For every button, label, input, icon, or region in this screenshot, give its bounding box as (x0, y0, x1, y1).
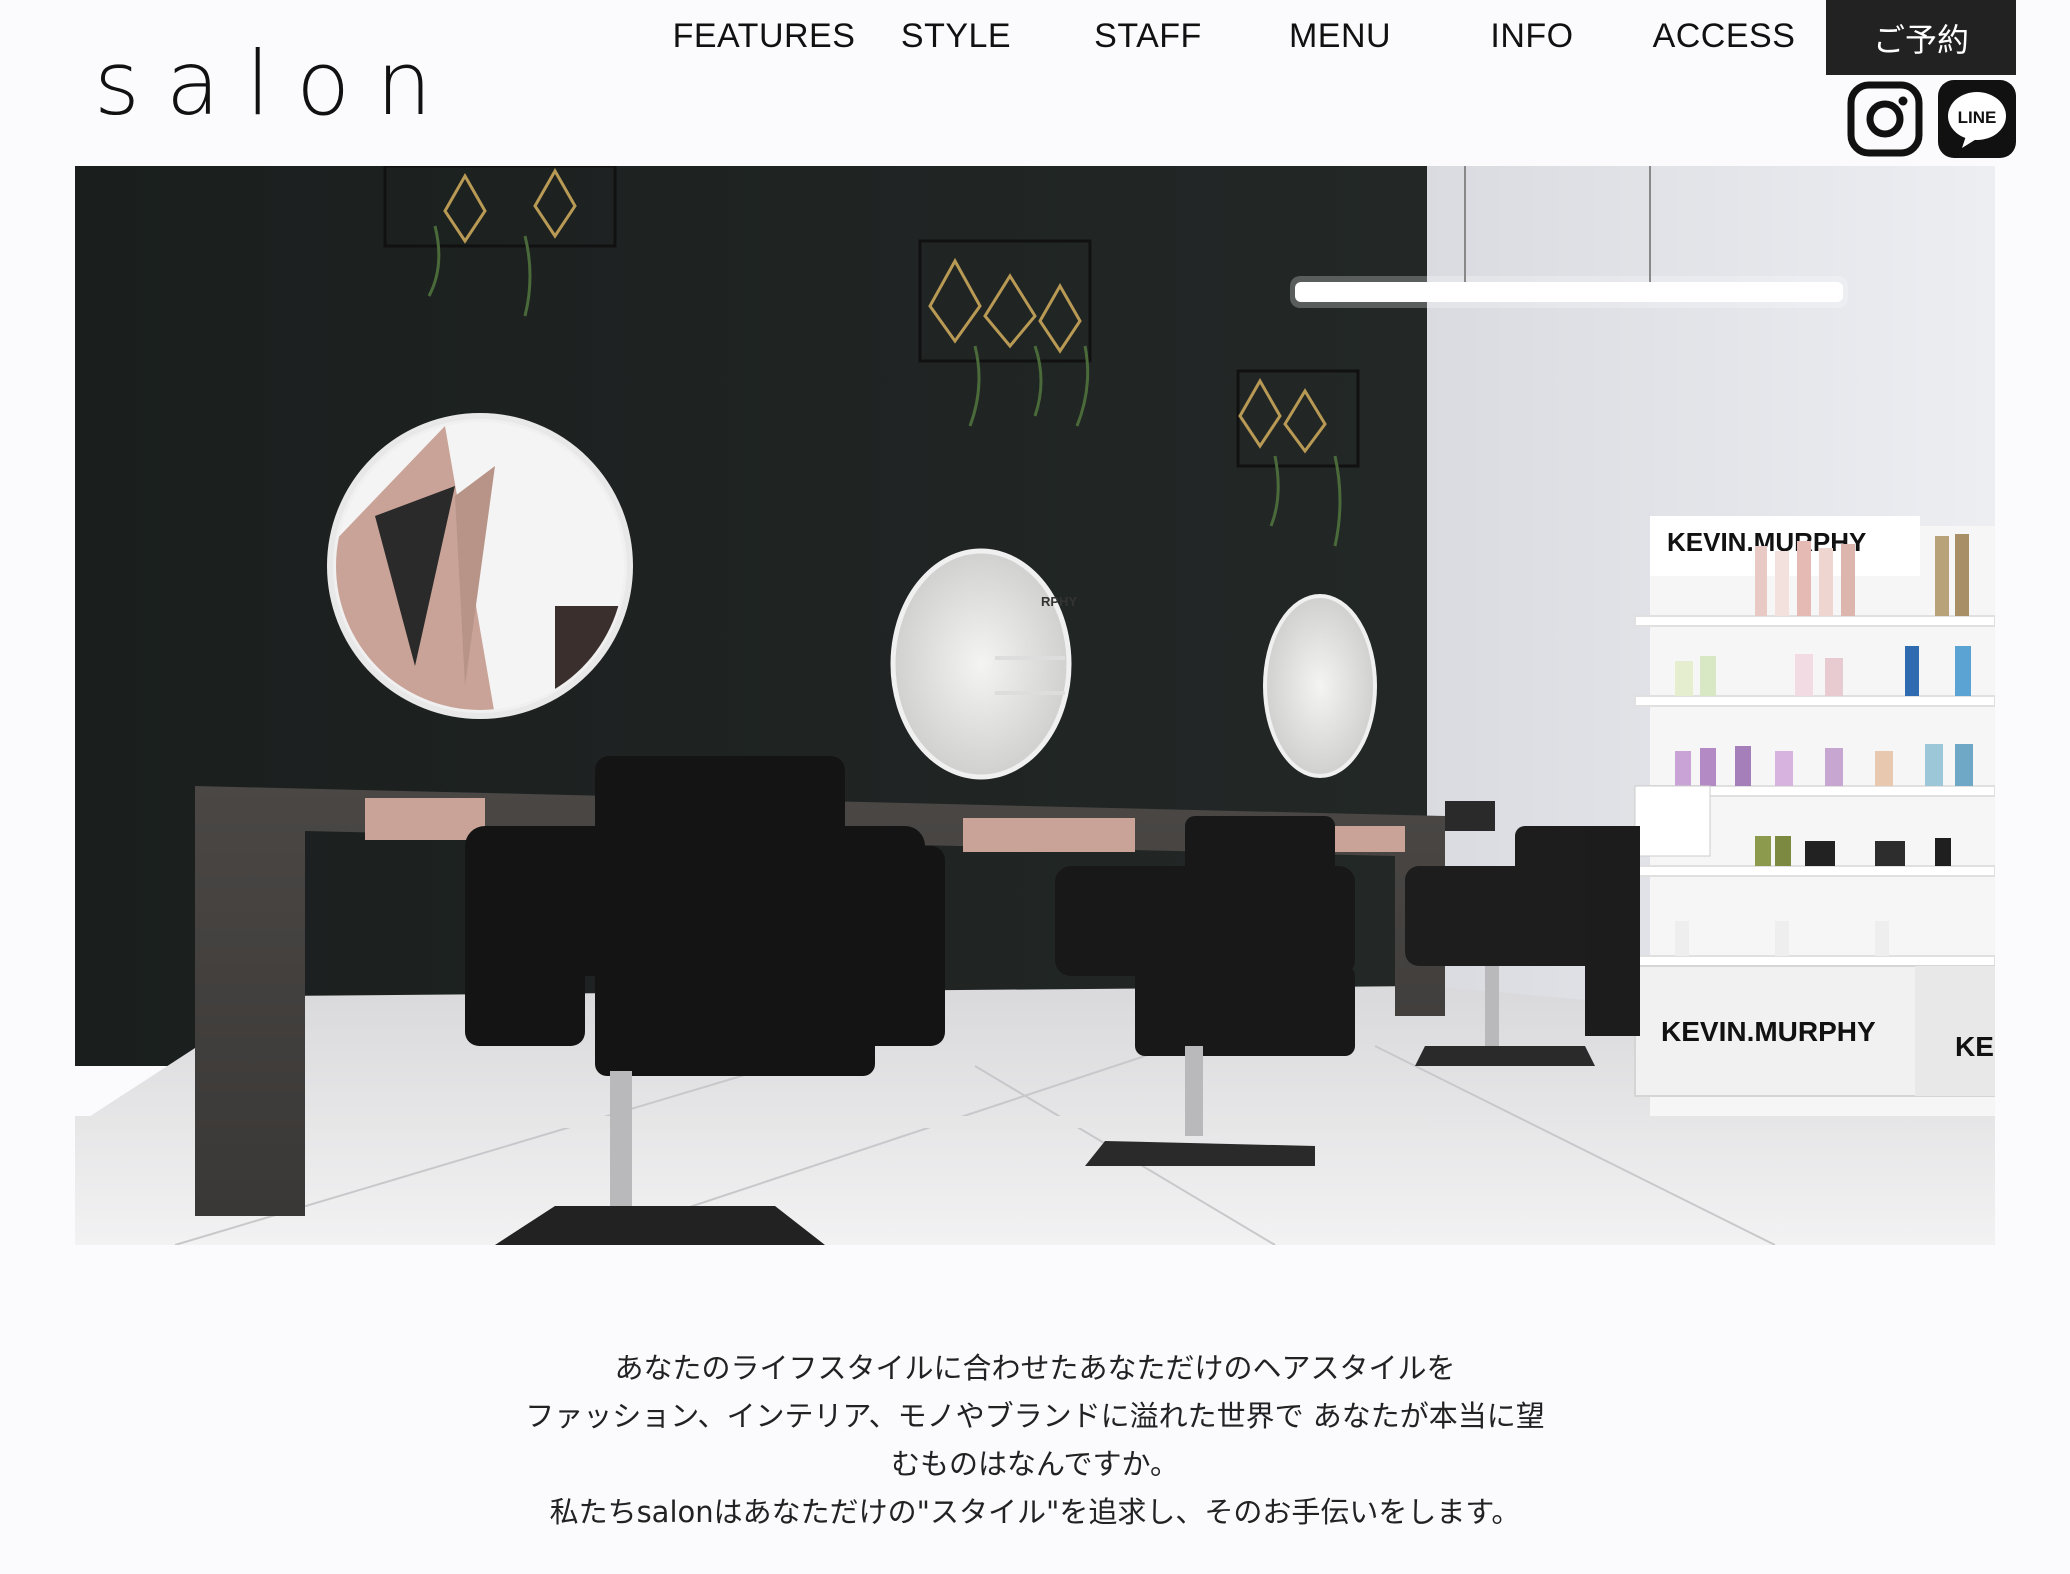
nav-item-staff[interactable]: STAFF (1052, 0, 1244, 72)
intro-line-4: 私たちsalonはあなただけの"スタイル"を追求し、そのお手伝いをします。 (549, 1495, 1521, 1529)
social-links: LINE (1846, 80, 2016, 158)
nav-item-info[interactable]: INFO (1436, 0, 1628, 72)
nav-item-access[interactable]: ACCESS (1628, 0, 1820, 72)
intro-line-3: むものはなんですか。 (891, 1447, 1179, 1481)
site-logo[interactable]: salon (94, 40, 458, 128)
nav-item-features[interactable]: FEATURES (668, 0, 860, 72)
instagram-icon[interactable] (1846, 80, 1924, 158)
intro-line-2: ファッション、インテリア、モノやブランドに溢れた世界で あなたが本当に望 (525, 1399, 1545, 1433)
mirror-label: RPHY (1041, 594, 1077, 609)
brand-sign-bottom: KEVIN.MURPHY (1661, 1016, 1876, 1047)
line-icon-label: LINE (1958, 108, 1997, 127)
nav-item-menu[interactable]: MENU (1244, 0, 1436, 72)
line-icon[interactable]: LINE (1938, 80, 2016, 158)
intro-line-1: あなたのライフスタイルに合わせたあなただけのヘアスタイルを (614, 1351, 1456, 1385)
intro-text: あなたのライフスタイルに合わせたあなただけのヘアスタイルを ファッション、インテ… (0, 1344, 2070, 1536)
nav-item-style[interactable]: STYLE (860, 0, 1052, 72)
brand-sign-partial: KE (1955, 1031, 1994, 1062)
hero-image: RPHY KEVIN.MURPHY KEVIN.MURPHY KE (75, 166, 1995, 1245)
page: salon FEATURES STYLE STAFF MENU INFO ACC… (0, 0, 2070, 1574)
reserve-button[interactable]: ご予約 (1826, 0, 2016, 75)
main-nav: FEATURES STYLE STAFF MENU INFO ACCESS (668, 0, 1820, 75)
